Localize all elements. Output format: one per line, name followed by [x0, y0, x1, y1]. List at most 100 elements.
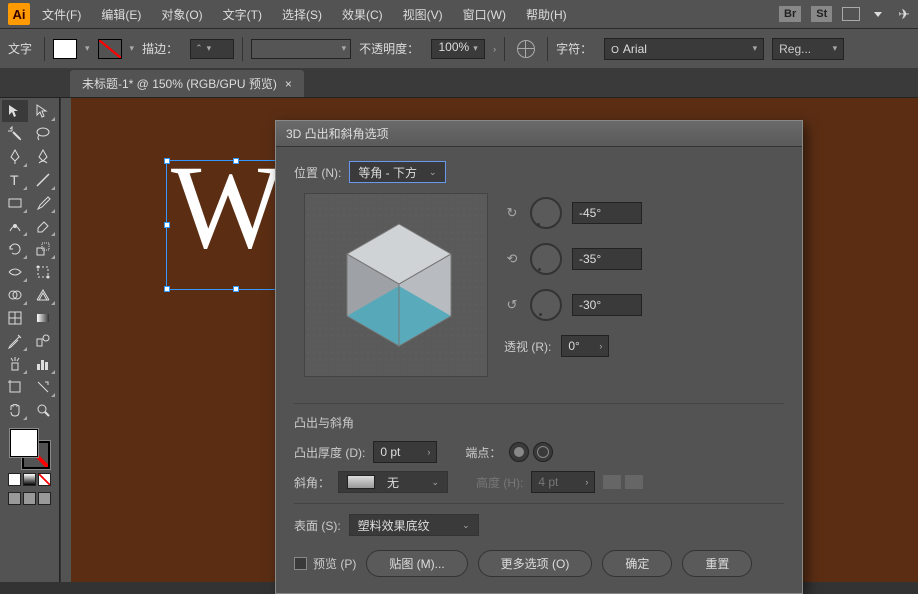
menu-effect[interactable]: 效果(C): [334, 2, 391, 27]
gradient-tool[interactable]: [30, 307, 56, 329]
type-tool[interactable]: T: [2, 169, 28, 191]
fill-big-swatch[interactable]: [10, 429, 38, 457]
handle-tm[interactable]: [233, 158, 239, 164]
color-mode-none[interactable]: [38, 473, 51, 486]
stroke-weight-dropdown[interactable]: ⌃▾: [190, 39, 234, 59]
line-tool[interactable]: [30, 169, 56, 191]
font-style-dropdown[interactable]: Reg...▾: [772, 38, 844, 60]
cap-on-button[interactable]: [509, 442, 529, 462]
perspective-input[interactable]: 0°›: [561, 335, 609, 357]
handle-tl[interactable]: [164, 158, 170, 164]
font-family-dropdown[interactable]: OArial▾: [604, 38, 764, 60]
free-transform-tool[interactable]: [30, 261, 56, 283]
tab-title: 未标题-1* @ 150% (RGB/GPU 预览): [82, 75, 277, 92]
position-label: 位置 (N):: [294, 164, 341, 181]
stroke-dropdown-arrow[interactable]: ▾: [130, 43, 135, 54]
pen-tool[interactable]: [2, 146, 28, 168]
bridge-button[interactable]: Br: [779, 6, 801, 22]
color-mode-row: [2, 473, 57, 486]
shaper-tool[interactable]: [2, 215, 28, 237]
fill-stroke-swatches[interactable]: [10, 429, 50, 469]
menu-help[interactable]: 帮助(H): [518, 2, 575, 27]
fill-swatch[interactable]: [53, 39, 77, 59]
eyedropper-tool[interactable]: [2, 330, 28, 352]
lasso-tool[interactable]: [30, 123, 56, 145]
map-art-button[interactable]: 贴图 (M)...: [366, 550, 467, 577]
rotate-x-dial[interactable]: [530, 197, 562, 229]
blend-tool[interactable]: [30, 330, 56, 352]
menu-type[interactable]: 文字(T): [215, 2, 270, 27]
stroke-swatch[interactable]: [98, 39, 122, 59]
brush-dropdown[interactable]: ▾: [251, 39, 351, 59]
ok-button[interactable]: 确定: [602, 550, 672, 577]
menu-edit[interactable]: 编辑(E): [93, 2, 149, 27]
rotate-y-dial[interactable]: [530, 243, 562, 275]
mesh-tool[interactable]: [2, 307, 28, 329]
rotate-x-icon: ↻: [504, 205, 520, 221]
menu-view[interactable]: 视图(V): [395, 2, 451, 27]
artboard-tool[interactable]: [2, 376, 28, 398]
depth-label: 凸出厚度 (D):: [294, 444, 365, 461]
handle-ml[interactable]: [164, 222, 170, 228]
rotate-y-input[interactable]: -35°: [572, 248, 642, 270]
handle-bl[interactable]: [164, 286, 170, 292]
preview-checkbox[interactable]: 预览 (P): [294, 555, 356, 572]
width-tool[interactable]: [2, 261, 28, 283]
paintbrush-tool[interactable]: [30, 192, 56, 214]
rotate-tool[interactable]: [2, 238, 28, 260]
hand-tool[interactable]: [2, 399, 28, 421]
menu-select[interactable]: 选择(S): [274, 2, 330, 27]
rotate-z-dial[interactable]: [530, 289, 562, 321]
position-dropdown[interactable]: 等角 - 下方⌄: [349, 161, 445, 183]
menu-file[interactable]: 文件(F): [34, 2, 89, 27]
surface-dropdown[interactable]: 塑料效果底纹⌄: [349, 514, 479, 536]
toolbar: T: [0, 98, 60, 582]
tab-close-icon[interactable]: ×: [285, 77, 292, 91]
reset-button[interactable]: 重置: [682, 550, 752, 577]
menu-window[interactable]: 窗口(W): [455, 2, 514, 27]
rotate-x-input[interactable]: -45°: [572, 202, 642, 224]
search-icon[interactable]: ✈: [898, 6, 910, 23]
perspective-label: 透视 (R):: [504, 338, 551, 355]
direct-selection-tool[interactable]: [30, 100, 56, 122]
eraser-tool[interactable]: [30, 215, 56, 237]
zoom-tool[interactable]: [30, 399, 56, 421]
magic-wand-tool[interactable]: [2, 123, 28, 145]
fill-dropdown[interactable]: ▾: [85, 43, 90, 54]
bevel-dropdown[interactable]: 无 ⌄: [338, 471, 448, 493]
3d-preview[interactable]: [304, 193, 488, 377]
opacity-input[interactable]: 100%▾: [431, 39, 485, 59]
shape-builder-tool[interactable]: [2, 284, 28, 306]
document-tab[interactable]: 未标题-1* @ 150% (RGB/GPU 预览) ×: [70, 70, 304, 97]
opacity-arrow[interactable]: ›: [493, 44, 496, 54]
draw-inside[interactable]: [38, 492, 51, 505]
perspective-grid-tool[interactable]: [30, 284, 56, 306]
rotate-z-input[interactable]: -30°: [572, 294, 642, 316]
document-tab-bar: 未标题-1* @ 150% (RGB/GPU 预览) ×: [0, 68, 918, 98]
symbol-sprayer-tool[interactable]: [2, 353, 28, 375]
color-mode-solid[interactable]: [8, 473, 21, 486]
color-mode-gradient[interactable]: [23, 473, 36, 486]
mode-label: 文字: [8, 40, 32, 57]
stock-button[interactable]: St: [811, 6, 832, 22]
handle-bm[interactable]: [233, 286, 239, 292]
surface-label: 表面 (S):: [294, 517, 341, 534]
curvature-tool[interactable]: [30, 146, 56, 168]
arrange-icon[interactable]: [842, 7, 860, 21]
column-graph-tool[interactable]: [30, 353, 56, 375]
slice-tool[interactable]: [30, 376, 56, 398]
rectangle-tool[interactable]: [2, 192, 28, 214]
dialog-title: 3D 凸出和斜角选项: [276, 121, 802, 147]
draw-behind[interactable]: [23, 492, 36, 505]
depth-input[interactable]: 0 pt›: [373, 441, 437, 463]
workspace-dropdown[interactable]: [874, 12, 882, 17]
menu-object[interactable]: 对象(O): [153, 2, 210, 27]
recolor-icon[interactable]: [517, 40, 535, 58]
scale-tool[interactable]: [30, 238, 56, 260]
cube-icon: [339, 220, 459, 350]
cap-off-button[interactable]: [533, 442, 553, 462]
draw-normal[interactable]: [8, 492, 21, 505]
selection-tool[interactable]: [2, 100, 28, 122]
bevel-extent-out: [603, 475, 621, 489]
more-options-button[interactable]: 更多选项 (O): [478, 550, 593, 577]
